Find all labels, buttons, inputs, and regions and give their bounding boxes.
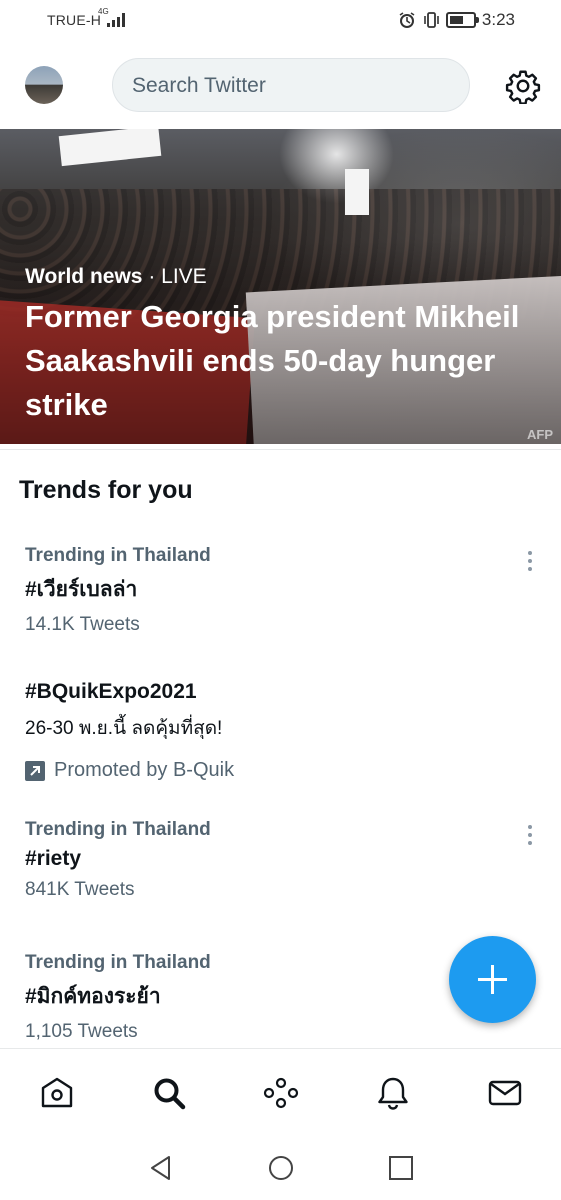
trend-context: Trending in Thailand	[25, 545, 211, 566]
trend-name: #BQuikExpo2021	[25, 680, 197, 703]
trend-name: #เวียร์เบลล่า	[25, 578, 138, 601]
battery-icon	[445, 12, 479, 28]
bottom-navigation	[0, 1048, 561, 1137]
more-options-icon[interactable]	[525, 825, 535, 847]
trend-count: 841K Tweets	[25, 879, 135, 900]
profile-avatar[interactable]	[25, 66, 63, 104]
trend-name: #riety	[25, 847, 82, 870]
promoted-text: Promoted by B-Quik	[54, 759, 235, 781]
alarm-icon	[399, 12, 415, 28]
live-label: · LIVE	[148, 265, 207, 288]
promoted-trend-item[interactable]: #BQuikExpo2021 26-30 พ.ย.นี้ ลดคุ้มที่สุ…	[25, 680, 535, 782]
trend-count: 1,105 Tweets	[25, 1021, 138, 1042]
search-icon[interactable]	[149, 1073, 189, 1113]
settings-gear-icon[interactable]	[505, 68, 541, 104]
notifications-icon[interactable]	[373, 1073, 413, 1113]
home-button-icon[interactable]	[266, 1153, 296, 1183]
recents-icon[interactable]	[386, 1153, 416, 1183]
clock: 3:23	[481, 10, 515, 29]
divider	[0, 449, 561, 450]
status-bar: TRUE-H 4G 3:23	[0, 0, 561, 42]
search-input[interactable]: Search Twitter	[112, 58, 470, 112]
promoted-arrow-icon	[25, 760, 45, 781]
hero-category-label: World news	[25, 265, 143, 288]
trend-count: 14.1K Tweets	[25, 614, 140, 635]
spaces-icon[interactable]	[261, 1073, 301, 1113]
back-icon[interactable]	[146, 1153, 176, 1183]
carrier-label: TRUE-H	[47, 12, 102, 28]
home-icon[interactable]	[37, 1073, 77, 1113]
hero-news-card[interactable]: World news · LIVE Former Georgia preside…	[0, 129, 561, 444]
trends-heading: Trends for you	[19, 476, 193, 504]
trend-description: 26-30 พ.ย.นี้ ลดคุ้มที่สุด!	[25, 718, 223, 739]
promoted-label: Promoted by B-Quik	[25, 759, 535, 782]
more-options-icon[interactable]	[525, 551, 535, 573]
messages-icon[interactable]	[485, 1073, 525, 1113]
trend-item[interactable]: Trending in Thailand #เวียร์เบลล่า 14.1K…	[25, 545, 535, 636]
search-placeholder: Search Twitter	[132, 74, 266, 97]
system-navigation	[0, 1136, 561, 1200]
hero-category: World news · LIVE	[25, 265, 207, 289]
trend-item[interactable]: Trending in Thailand #riety 841K Tweets	[25, 819, 535, 901]
vibrate-icon	[424, 12, 439, 28]
trend-context: Trending in Thailand	[25, 819, 211, 840]
signal-icon	[107, 13, 127, 27]
hero-title: Former Georgia president Mikheil Saakash…	[25, 299, 520, 422]
compose-tweet-button[interactable]	[449, 936, 536, 1023]
photo-credit: AFP	[527, 427, 553, 442]
